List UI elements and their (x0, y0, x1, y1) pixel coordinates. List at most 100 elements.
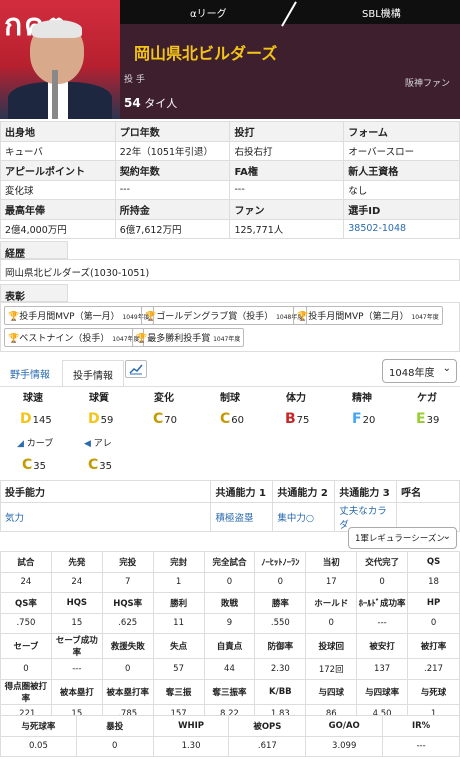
cell: 呼名 (396, 480, 460, 503)
player-position: 投 手 (124, 75, 145, 85)
cell: フォーム (343, 121, 460, 142)
cell: 被本塁打 (50, 678, 103, 705)
cell: HQS率 (101, 592, 154, 614)
tab-fielder-info[interactable]: 野手情報 (0, 360, 60, 386)
trophy-icon: 🏆 (8, 312, 20, 322)
ability-link[interactable]: 気力 (0, 502, 212, 532)
cell: 3.099 (305, 735, 384, 757)
ability-link[interactable]: 積極盗塁 (210, 502, 274, 532)
tab-sbl-org[interactable]: SBL機構 (362, 5, 401, 20)
cell: 新人王資格 (343, 160, 460, 181)
ability-number: 75 (296, 415, 310, 426)
cell: 15 (50, 612, 103, 634)
cell: 0.05 (0, 735, 77, 757)
cell: 試合 (0, 551, 52, 573)
cell: 11 (152, 612, 205, 634)
ability-value: D145 (20, 411, 52, 427)
pitch-curve: ◢ カーブ (17, 436, 53, 449)
ability-grade: E (416, 411, 426, 427)
cell: 24 (50, 571, 103, 593)
pitch-value: C35 (88, 457, 112, 473)
ability-number: 59 (100, 415, 114, 426)
cell: 共通能力 1 (210, 480, 274, 503)
award-name: 投手月間MVP（第一月） (19, 312, 120, 322)
cell: 9 (203, 612, 256, 634)
player-id-link[interactable]: 38502-1048 (343, 218, 460, 239)
league-tabbar: αリーグ SBL機構 (120, 0, 460, 27)
pitch-value: C35 (22, 457, 46, 473)
ability-number: 60 (231, 415, 245, 426)
ability-link[interactable]: 集中力○ (272, 502, 336, 532)
cell: なし (343, 179, 460, 200)
cell: HP (407, 592, 460, 614)
cell: 2.30 (254, 658, 307, 680)
cell: 137 (356, 658, 409, 680)
cell: WHIP (152, 715, 230, 737)
trophy-icon: 🏆 (297, 312, 309, 322)
team-name[interactable]: 岡山県北ビルダーズ (134, 40, 277, 64)
cell: プロ年数 (114, 121, 231, 142)
tab-alpha-league[interactable]: αリーグ (190, 5, 227, 20)
cell: 18 (407, 571, 460, 593)
chart-icon[interactable] (125, 360, 147, 378)
ability-number: 70 (164, 415, 178, 426)
cell: .617 (228, 735, 307, 757)
cell: 1.30 (152, 735, 230, 757)
cell: IR% (382, 715, 460, 737)
cell: 与死球率 (0, 715, 77, 737)
pitch-other: ◀ アレ (84, 436, 112, 449)
ability-value: D59 (88, 411, 113, 427)
cell: ファン (229, 199, 345, 220)
cell: QS率 (0, 592, 52, 614)
cell: 共通能力 3 (334, 480, 398, 503)
cell: 44 (203, 658, 256, 680)
ability-number: 145 (32, 415, 52, 426)
award-badge: 🏆ゴールデングラブ賞（投手） 1048年度 (141, 306, 308, 325)
ability-value: F20 (352, 411, 375, 427)
cell: 被本塁打率 (101, 678, 154, 705)
cell: .217 (407, 658, 460, 680)
stats-table-last: 与死球率 暴投 WHIP 被OPS GO/AO IR% 0.05 0 1.30.617 3.09… (0, 715, 460, 757)
cell: --- (50, 658, 103, 680)
tab-pitcher-info[interactable]: 投手情報 (62, 360, 124, 386)
cell: ﾎｰﾙﾄﾞ成功率 (356, 592, 409, 614)
cell: セーブ (0, 633, 52, 659)
cell: 最高年俸 (0, 199, 116, 220)
ability-label: ケガ (417, 393, 437, 404)
cell: 被安打 (356, 633, 409, 659)
cell: 右投右打 (229, 140, 345, 161)
ability-label: 精神 (352, 393, 372, 404)
cell: 完投 (101, 551, 154, 573)
cell: HQS (50, 592, 103, 614)
player-header: กคต αリーグ SBL機構 岡山県北ビルダーズ 投 手 阪神ファン 54 タイ… (0, 0, 460, 119)
cell: 0 (254, 571, 307, 593)
cell: 125,771人 (229, 218, 345, 239)
cell: 投打 (229, 121, 345, 142)
awards-heading: 表彰 (0, 284, 68, 303)
profile-table: 出身地 プロ年数 投打 フォーム キューバ 22年（1051年引退） 右投右打 オーバースロ… (0, 121, 460, 239)
ability-label: 球速 (23, 393, 43, 404)
year-select-value: 1048年度 (389, 368, 435, 379)
trophy-icon: 🏆 (136, 334, 148, 344)
pitch-name: アレ (93, 439, 112, 449)
career-value: 岡山県北ビルダーズ(1030-1051) (0, 259, 460, 281)
year-select[interactable]: 1048年度 ⌄ (382, 359, 457, 383)
award-badge: 🏆投手月間MVP（第二月） 1047年度 (293, 306, 443, 325)
cell: FA権 (229, 160, 345, 181)
cell: 完全試合 (203, 551, 256, 573)
award-name: 投手月間MVP（第二月） (308, 312, 409, 322)
ability-label: 変化 (154, 393, 174, 404)
season-select[interactable]: 1軍レギュラーシーズン ⌄ (348, 527, 457, 549)
ability-label: 球質 (89, 393, 109, 404)
cell: 与死球 (407, 678, 460, 705)
cell: 2億4,000万円 (0, 218, 116, 239)
ability-grade: B (285, 411, 296, 427)
cell: 172回 (305, 658, 358, 680)
cell: 自責点 (203, 633, 256, 659)
ability-value: C60 (220, 411, 244, 427)
ability-number: 39 (426, 415, 440, 426)
ability-grade: D (20, 411, 32, 427)
cell: QS (407, 551, 460, 573)
cell: 57 (152, 658, 205, 680)
cell: 投球回 (305, 633, 358, 659)
